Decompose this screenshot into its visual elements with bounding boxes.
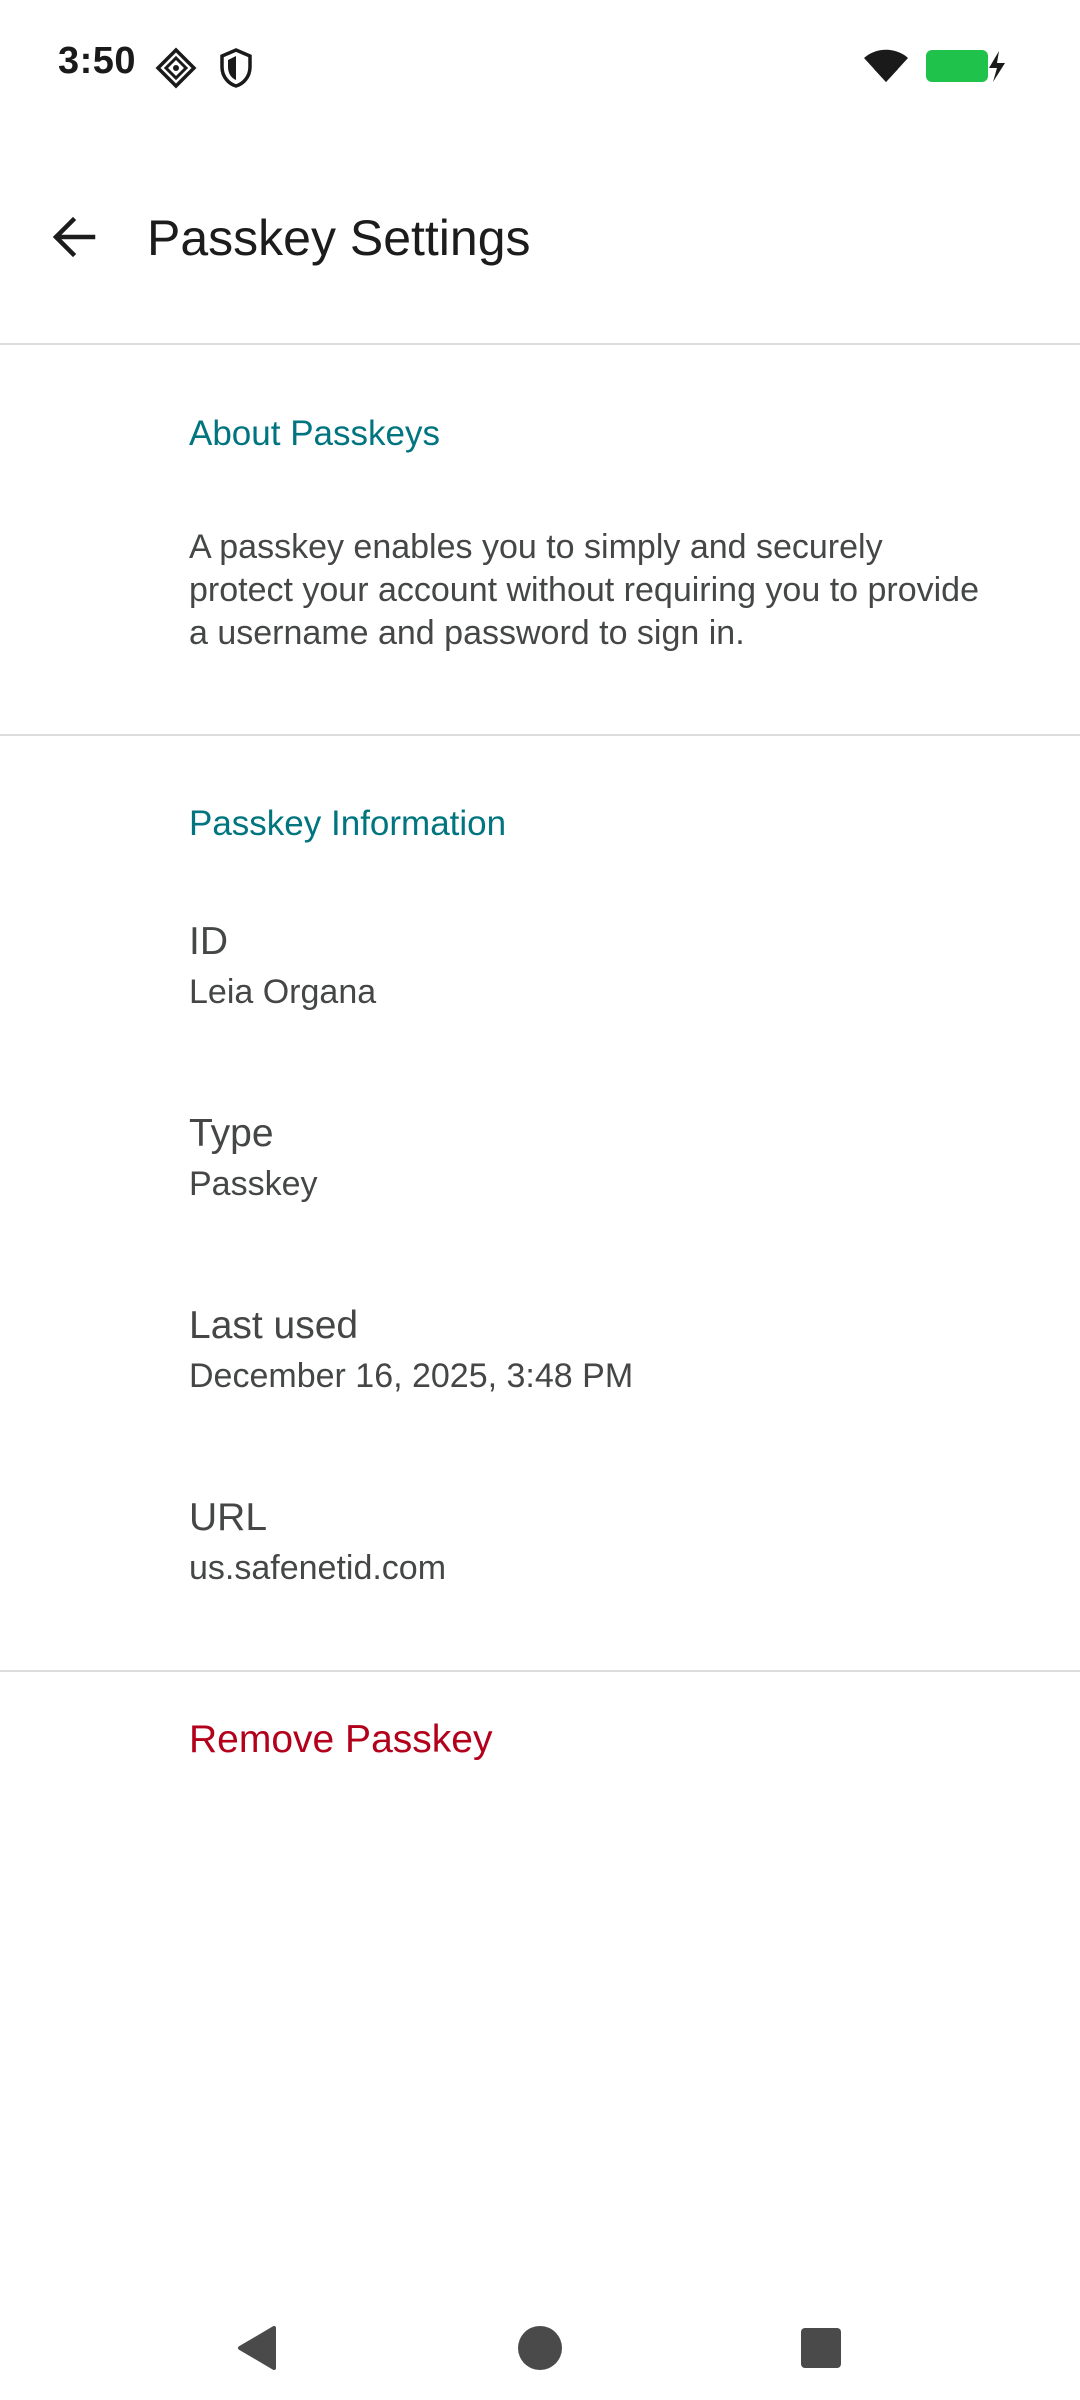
app-notification-icon: [155, 47, 197, 94]
info-section-header: Passkey Information: [189, 804, 507, 843]
nav-recents-button[interactable]: [781, 2310, 861, 2390]
info-section-divider: [0, 1670, 1080, 1672]
arrow-back-icon: [49, 212, 99, 267]
info-item-id: ID Leia Organa: [189, 918, 1009, 1014]
system-nav-bar: [0, 2300, 1080, 2400]
nav-home-button[interactable]: [500, 2310, 580, 2390]
battery-charging-icon: [925, 48, 1009, 89]
passkey-settings-screen: 3:50 Passkey Settings About Passkeys A p…: [0, 0, 1080, 2400]
info-item-last-used: Last used December 16, 2025, 3:48 PM: [189, 1302, 1009, 1398]
app-bar-divider: [0, 343, 1080, 345]
info-value: Passkey: [189, 1165, 318, 1203]
status-bar: 3:50: [0, 0, 1080, 130]
status-time: 3:50: [58, 40, 137, 82]
info-value: December 16, 2025, 3:48 PM: [189, 1357, 634, 1395]
page-title: Passkey Settings: [147, 210, 531, 266]
nav-back-button[interactable]: [218, 2310, 298, 2390]
info-label: Last used: [189, 1304, 359, 1347]
nav-home-icon: [516, 2324, 564, 2377]
info-label: URL: [189, 1496, 268, 1539]
about-section-divider: [0, 734, 1080, 736]
app-bar: Passkey Settings: [0, 165, 1080, 315]
info-label: ID: [189, 920, 228, 963]
about-section-header: About Passkeys: [189, 414, 440, 453]
shield-icon: [218, 47, 254, 94]
back-button[interactable]: [32, 197, 116, 281]
info-value: us.safenetid.com: [189, 1549, 447, 1587]
info-value: Leia Organa: [189, 973, 377, 1011]
info-item-type: Type Passkey: [189, 1110, 1009, 1206]
remove-passkey-button[interactable]: Remove Passkey: [189, 1718, 492, 1762]
info-item-url: URL us.safenetid.com: [189, 1494, 1009, 1590]
info-label: Type: [189, 1112, 274, 1155]
nav-back-icon: [234, 2324, 282, 2377]
about-description: A passkey enables you to simply and secu…: [189, 528, 980, 652]
nav-recents-icon: [799, 2326, 843, 2375]
wifi-icon: [862, 46, 910, 89]
